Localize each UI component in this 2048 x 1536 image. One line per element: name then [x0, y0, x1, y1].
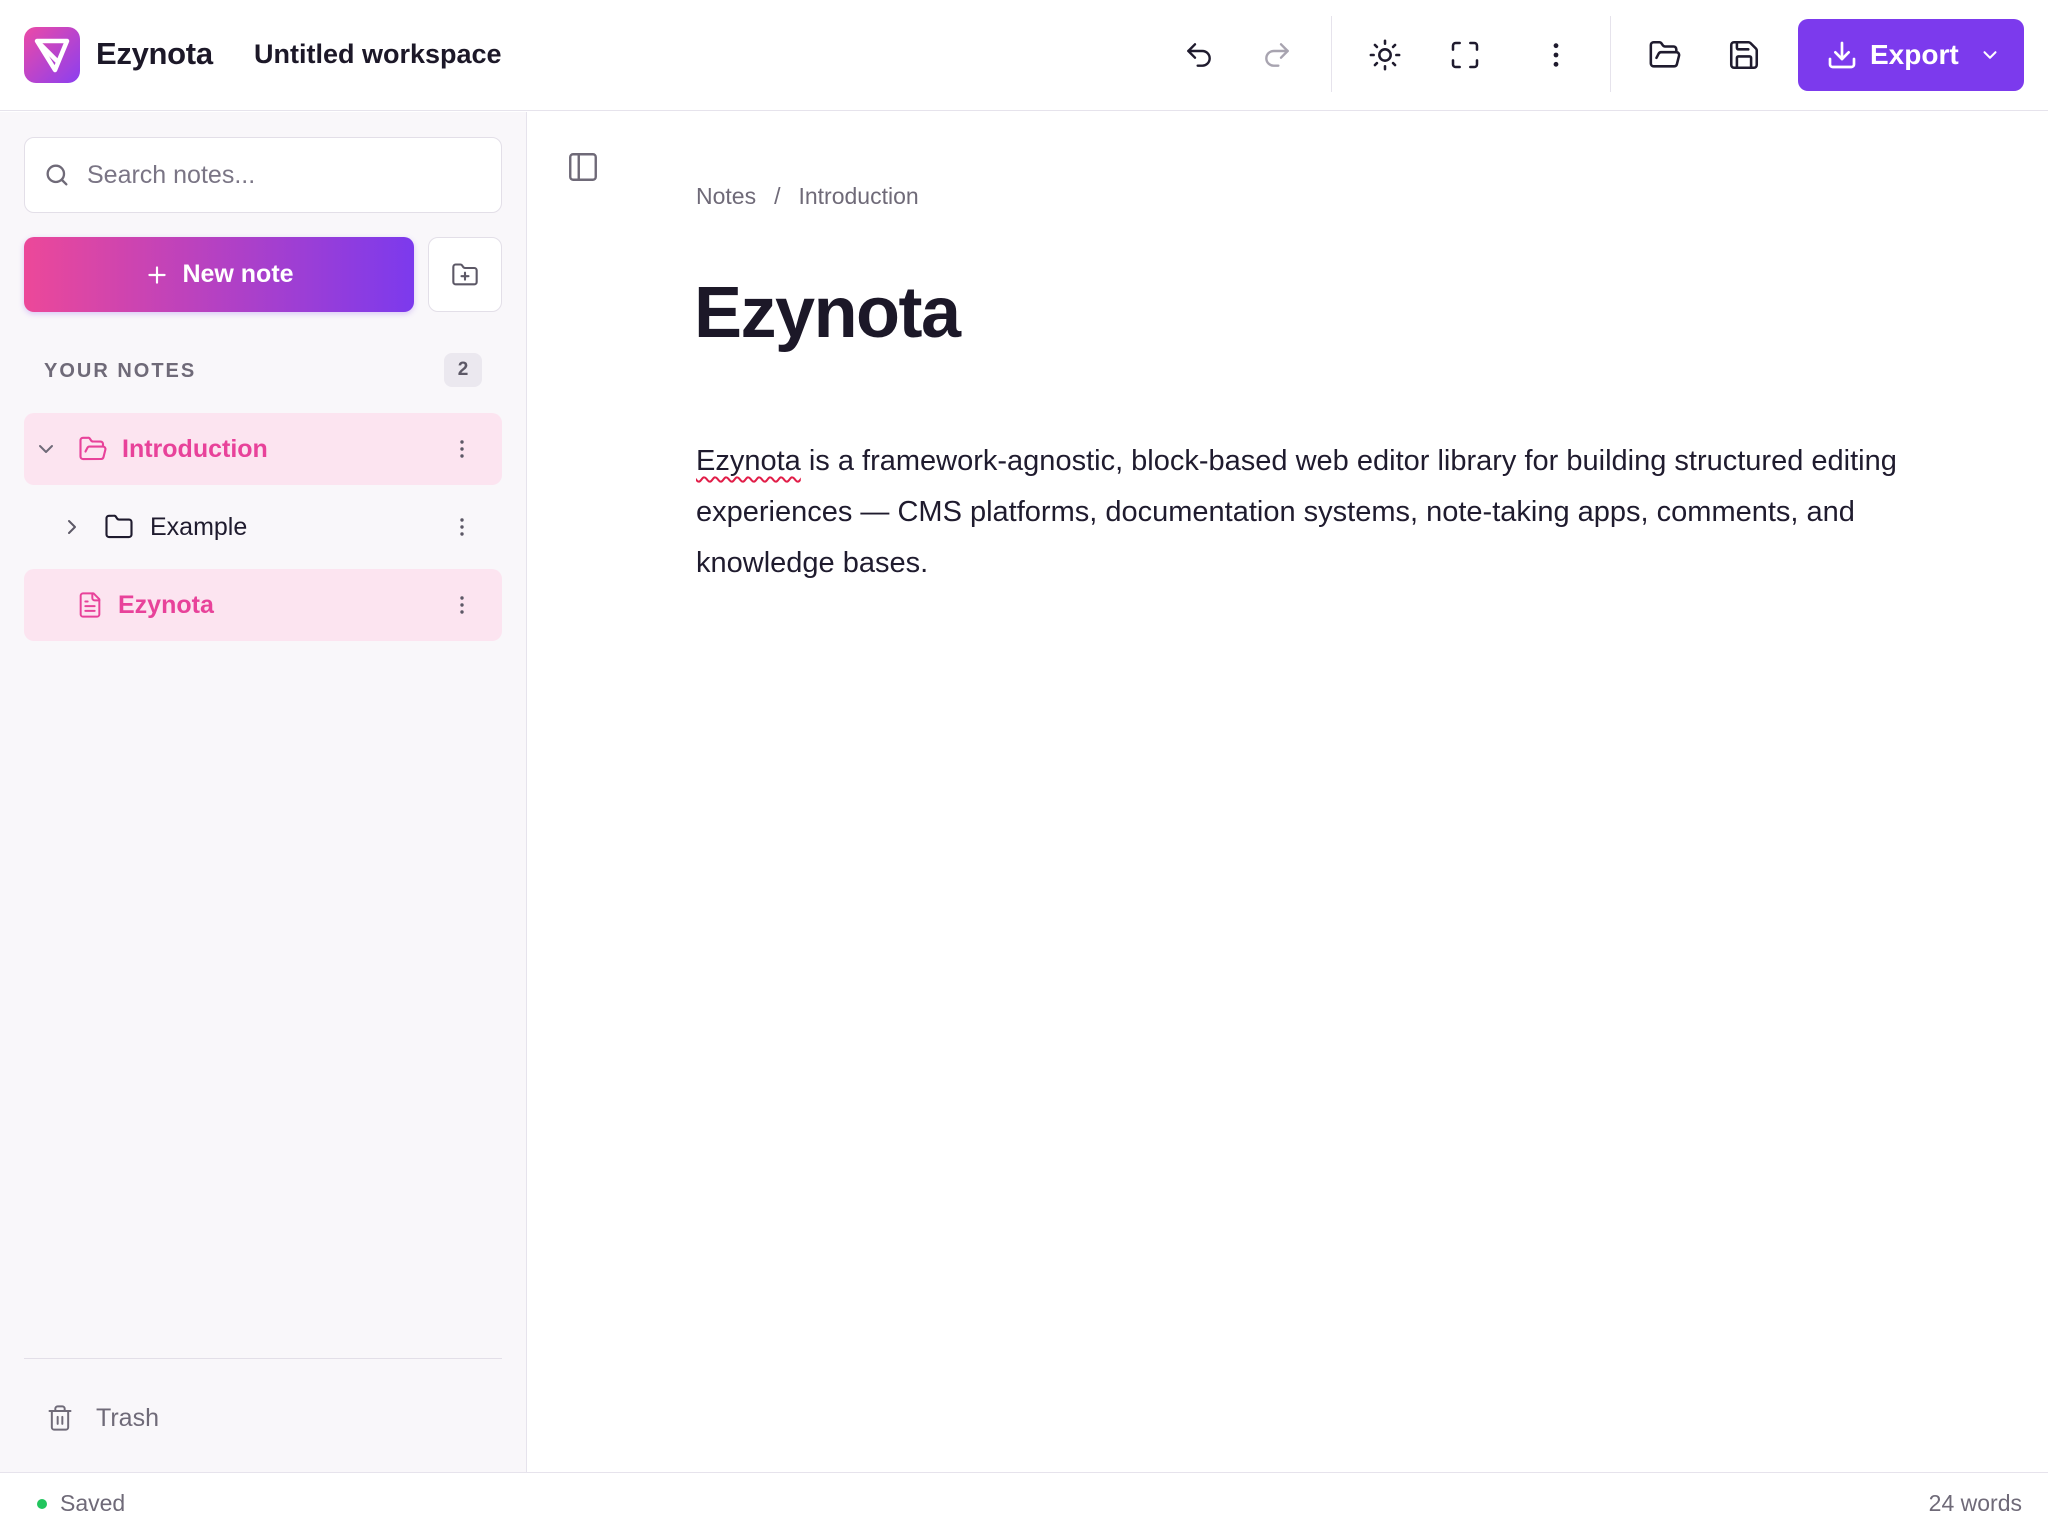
- tree-item-label: Ezynota: [118, 590, 214, 619]
- paragraph-line-2: experiences — CMS platforms, documentati…: [696, 496, 1855, 579]
- export-label: Export: [1870, 39, 1959, 70]
- app-logo: [24, 27, 80, 83]
- panel-left-icon: [569, 153, 597, 181]
- theme-toggle-button[interactable]: [1360, 30, 1410, 80]
- chevron-down-icon[interactable]: [34, 437, 58, 461]
- trash-icon: [48, 1405, 72, 1431]
- app-header: Ezynota Untitled workspace Export: [0, 0, 2048, 111]
- folder-icon: [105, 514, 133, 539]
- toolbar-divider: [1610, 16, 1611, 92]
- misspelled-word: Ezynota: [696, 445, 801, 477]
- save-icon: [1729, 40, 1759, 70]
- undo-button[interactable]: [1174, 30, 1224, 80]
- section-label-your-notes: YOUR NOTES: [44, 360, 197, 382]
- open-button[interactable]: [1640, 30, 1690, 80]
- trash-label: Trash: [96, 1403, 159, 1432]
- chevron-right-icon[interactable]: [60, 515, 84, 539]
- saved-status-dot: [37, 1499, 47, 1509]
- more-vertical-icon: [1553, 43, 1559, 67]
- fullscreen-icon: [1451, 41, 1479, 69]
- export-button[interactable]: Export: [1798, 19, 2024, 91]
- redo-icon: [1265, 43, 1289, 67]
- more-vertical-icon[interactable]: [450, 437, 474, 461]
- breadcrumb-separator: /: [774, 183, 781, 209]
- redo-button[interactable]: [1252, 30, 1302, 80]
- save-button[interactable]: [1719, 30, 1769, 80]
- document-body[interactable]: Ezynota is a framework-agnostic, block-b…: [696, 436, 1976, 589]
- search-icon: [46, 164, 68, 186]
- saved-status: Saved: [60, 1490, 126, 1516]
- folder-plus-icon: [452, 262, 478, 285]
- sidebar-divider: [24, 1358, 502, 1359]
- notes-count-badge: 2: [444, 353, 482, 387]
- tree-item-label: Example: [150, 512, 248, 541]
- tree-item-introduction[interactable]: Introduction: [24, 413, 502, 485]
- more-vertical-icon[interactable]: [450, 515, 474, 539]
- breadcrumb-item-introduction[interactable]: Introduction: [798, 183, 918, 210]
- sidebar-toggle-button[interactable]: [566, 150, 600, 184]
- breadcrumb: Notes / Introduction: [696, 183, 919, 210]
- chevron-down-icon: [1983, 51, 1997, 59]
- new-note-button[interactable]: New note: [24, 237, 414, 312]
- app-name: Ezynota: [96, 36, 213, 71]
- workspace-title[interactable]: Untitled workspace: [254, 39, 502, 70]
- tree-item-ezynota[interactable]: Ezynota: [24, 569, 502, 641]
- new-note-label: New note: [182, 260, 294, 288]
- sun-icon: [1369, 39, 1401, 71]
- paragraph-line-1: Ezynota is a framework-agnostic, block-b…: [696, 436, 1976, 487]
- file-text-icon: [79, 592, 101, 618]
- sidebar: New note YOUR NOTES 2 Introduction Examp…: [0, 112, 527, 1472]
- tree-item-example[interactable]: Example: [24, 491, 502, 563]
- toolbar-divider: [1331, 16, 1332, 92]
- undo-icon: [1187, 43, 1211, 67]
- fullscreen-button[interactable]: [1440, 30, 1490, 80]
- tree-item-label: Introduction: [122, 434, 268, 463]
- document-title[interactable]: Ezynota: [694, 272, 961, 354]
- more-options-button[interactable]: [1531, 30, 1581, 80]
- breadcrumb-item-notes[interactable]: Notes: [696, 183, 756, 210]
- word-count: 24 words: [1928, 1490, 2022, 1516]
- new-folder-button[interactable]: [428, 237, 502, 312]
- download-icon: [1828, 41, 1856, 69]
- folder-open-icon: [1649, 40, 1681, 68]
- search-input[interactable]: [87, 160, 467, 190]
- plus-icon: [148, 265, 167, 284]
- status-bar: Saved 24 words: [0, 1472, 2048, 1536]
- search-box: [24, 137, 502, 213]
- more-vertical-icon[interactable]: [450, 593, 474, 617]
- trash-button[interactable]: Trash: [24, 1388, 502, 1448]
- folder-open-icon: [79, 436, 107, 461]
- paragraph-text: is a framework-agnostic, block-based web…: [800, 445, 1897, 477]
